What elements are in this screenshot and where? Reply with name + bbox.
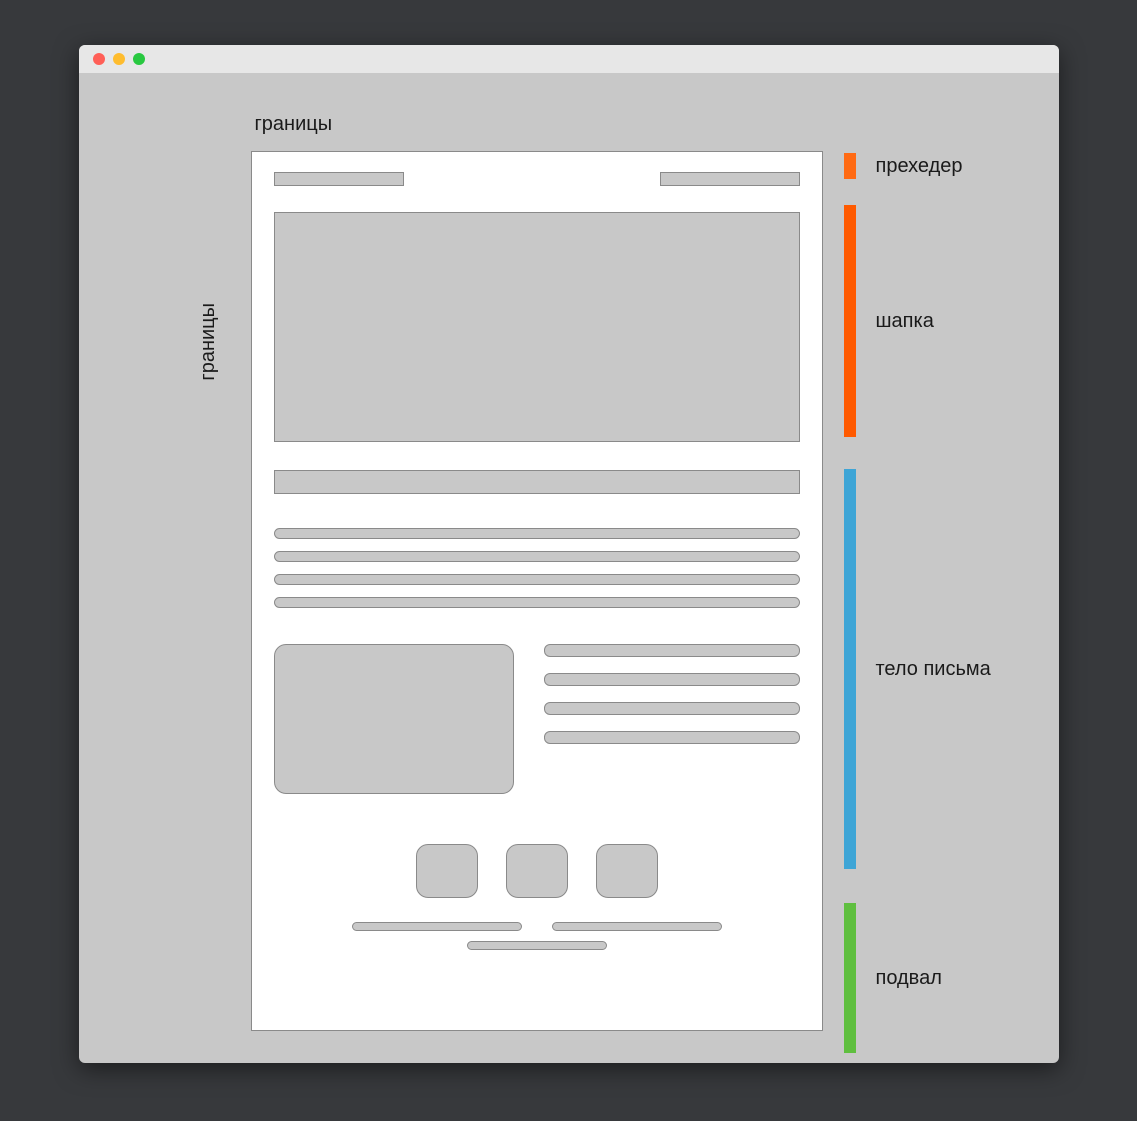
text-line-placeholder xyxy=(544,731,800,744)
text-line-placeholder xyxy=(274,528,800,539)
traffic-light-close-icon[interactable] xyxy=(93,53,105,65)
text-line-placeholder xyxy=(274,597,800,608)
body-text-column xyxy=(544,644,800,794)
body-title-placeholder xyxy=(274,470,800,494)
legend-row-body: тело письма xyxy=(844,469,991,869)
footer-text xyxy=(274,922,800,950)
section-preheader xyxy=(274,172,800,186)
boundary-label-left: границы xyxy=(197,303,220,381)
text-line-placeholder xyxy=(274,574,800,585)
traffic-light-zoom-icon[interactable] xyxy=(133,53,145,65)
footer-icon-placeholder xyxy=(416,844,478,898)
footer-text-placeholder xyxy=(552,922,722,931)
legend-color-bar xyxy=(844,153,856,179)
text-line-placeholder xyxy=(544,673,800,686)
footer-icon-placeholder xyxy=(596,844,658,898)
window-titlebar xyxy=(79,45,1059,73)
text-line-placeholder xyxy=(544,702,800,715)
legend-row-header: шапка xyxy=(844,205,934,437)
traffic-light-minimize-icon[interactable] xyxy=(113,53,125,65)
legend-row-footer: подвал xyxy=(844,903,942,1053)
legend-label: подвал xyxy=(876,967,942,990)
body-two-column xyxy=(274,644,800,794)
browser-window: границы границы xyxy=(79,45,1059,1063)
section-footer xyxy=(274,844,800,950)
section-body xyxy=(274,470,800,794)
body-image-placeholder xyxy=(274,644,514,794)
legend-label: шапка xyxy=(876,310,934,333)
legend-label: тело письма xyxy=(876,658,991,681)
preheader-placeholder-left xyxy=(274,172,404,186)
legend-color-bar xyxy=(844,903,856,1053)
body-paragraph xyxy=(274,528,800,608)
legend-label: прехедер xyxy=(876,155,963,178)
footer-text-placeholder xyxy=(467,941,607,950)
footer-icon-row xyxy=(274,844,800,898)
email-layout xyxy=(251,151,823,1031)
section-header-hero xyxy=(274,212,800,442)
text-line-placeholder xyxy=(544,644,800,657)
preheader-placeholder-right xyxy=(660,172,800,186)
diagram-canvas: границы границы xyxy=(79,73,1059,1063)
legend-color-bar xyxy=(844,469,856,869)
footer-icon-placeholder xyxy=(506,844,568,898)
legend-color-bar xyxy=(844,205,856,437)
legend-row-preheader: прехедер xyxy=(844,153,963,179)
footer-text-placeholder xyxy=(352,922,522,931)
boundary-label-top: границы xyxy=(255,113,333,136)
text-line-placeholder xyxy=(274,551,800,562)
